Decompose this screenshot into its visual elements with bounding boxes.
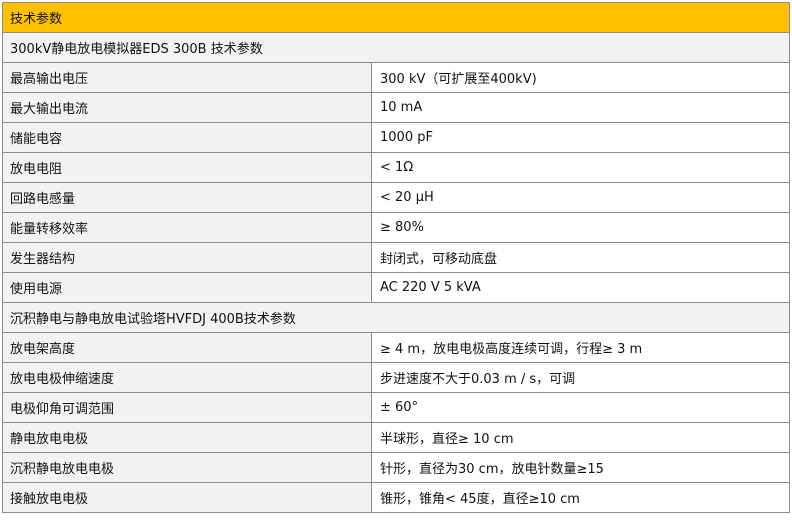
table-row: 放电架高度 ≥ 4 m，放电电极高度连续可调，行程≥ 3 m <box>2 332 791 363</box>
table-row: 最高输出电压 300 kV（可扩展至400kV) <box>2 62 791 93</box>
param-name: 电极仰角可调范围 <box>2 392 372 423</box>
param-value: 1000 pF <box>370 122 791 153</box>
spec-table: 技术参数 300kV静电放电模拟器EDS 300B 技术参数 最高输出电压 300 … <box>1 2 791 513</box>
param-value: ≥ 80% <box>370 212 791 243</box>
section-header-row: 沉积静电与静电放电试验塔HVFDJ 400B技术参数 <box>1 302 791 333</box>
param-name: 发生器结构 <box>2 242 372 273</box>
param-name: 储能电容 <box>2 122 372 153</box>
table-row: 使用电源 AC 220 V 5 kVA <box>2 272 791 303</box>
table-row: 发生器结构 封闭式，可移动底盘 <box>2 242 791 273</box>
param-name: 最高输出电压 <box>2 62 372 93</box>
param-value: 半球形，直径≥ 10 cm <box>370 422 791 453</box>
table-row: 最大输出电流 10 mA <box>2 92 791 123</box>
param-value: 步进速度不大于0.03 m / s，可调 <box>370 362 791 393</box>
param-name: 最大输出电流 <box>2 92 372 123</box>
param-name: 放电电阻 <box>2 152 372 183</box>
param-name: 能量转移效率 <box>2 212 372 243</box>
param-name: 接触放电电极 <box>2 482 372 513</box>
table-row: 静电放电电极 半球形，直径≥ 10 cm <box>2 422 791 453</box>
table-row: 储能电容 1000 pF <box>2 122 791 153</box>
param-value: 封闭式，可移动底盘 <box>370 242 791 273</box>
section-heading: 300kV静电放电模拟器EDS 300B 技术参数 <box>1 32 791 63</box>
param-value: 针形，直径为30 cm，放电针数量≥15 <box>370 452 791 483</box>
table-row: 能量转移效率 ≥ 80% <box>2 212 791 243</box>
param-value: < 1Ω <box>370 152 791 183</box>
table-row: 接触放电电极 锥形，锥角< 45度，直径≥10 cm <box>2 482 791 513</box>
param-value: ± 60° <box>370 392 791 423</box>
param-value: < 20 μH <box>370 182 791 213</box>
param-value: 10 mA <box>370 92 791 123</box>
spec-table-body: 技术参数 300kV静电放电模拟器EDS 300B 技术参数 最高输出电压 300 … <box>1 2 791 513</box>
table-title-row: 技术参数 <box>1 2 791 33</box>
param-name: 放电架高度 <box>2 332 372 363</box>
param-value: AC 220 V 5 kVA <box>370 272 791 303</box>
table-title: 技术参数 <box>1 2 791 33</box>
section-heading: 沉积静电与静电放电试验塔HVFDJ 400B技术参数 <box>1 302 791 333</box>
table-row: 放电电极伸缩速度 步进速度不大于0.03 m / s，可调 <box>2 362 791 393</box>
param-value: ≥ 4 m，放电电极高度连续可调，行程≥ 3 m <box>370 332 791 363</box>
table-row: 回路电感量 < 20 μH <box>2 182 791 213</box>
param-value: 锥形，锥角< 45度，直径≥10 cm <box>370 482 791 513</box>
table-row: 放电电阻 < 1Ω <box>2 152 791 183</box>
param-name: 静电放电电极 <box>2 422 372 453</box>
param-name: 回路电感量 <box>2 182 372 213</box>
param-name: 使用电源 <box>2 272 372 303</box>
table-row: 电极仰角可调范围 ± 60° <box>2 392 791 423</box>
param-name: 放电电极伸缩速度 <box>2 362 372 393</box>
param-value: 300 kV（可扩展至400kV) <box>370 62 791 93</box>
param-name: 沉积静电放电电极 <box>2 452 372 483</box>
section-header-row: 300kV静电放电模拟器EDS 300B 技术参数 <box>1 32 791 63</box>
table-row: 沉积静电放电电极 针形，直径为30 cm，放电针数量≥15 <box>2 452 791 483</box>
